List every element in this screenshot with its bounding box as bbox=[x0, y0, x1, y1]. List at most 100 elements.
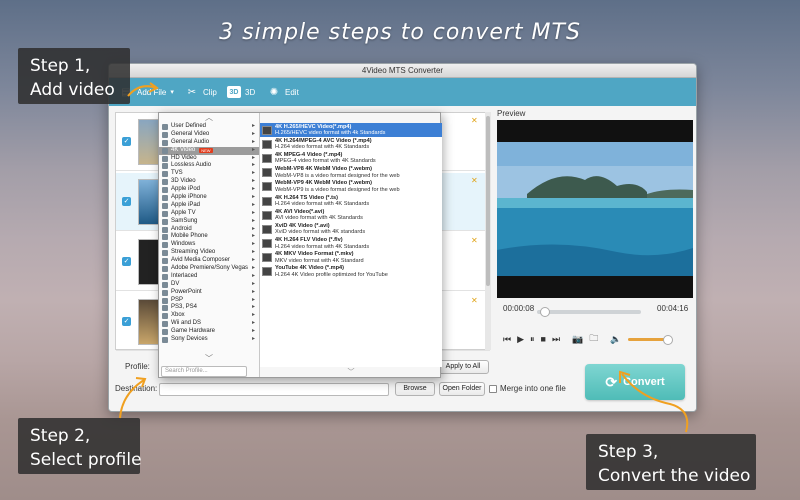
chevron-down-icon[interactable]: ▾ bbox=[170, 88, 174, 96]
category-item[interactable]: SamSung ▸ bbox=[159, 218, 259, 226]
category-item[interactable]: Streaming Video ▸ bbox=[159, 249, 259, 257]
checkbox-icon[interactable]: ✓ bbox=[122, 317, 131, 326]
format-item[interactable]: WebM-VP8 4K WebM Video (*.webm) WebM-VP8 … bbox=[260, 166, 442, 180]
format-item[interactable]: 4K AVI Video(*.avi) AVI video format with… bbox=[260, 208, 442, 222]
format-item[interactable]: 4K H.264/MPEG-4 AVC Video (*.mp4) H.264 v… bbox=[260, 137, 442, 151]
format-item[interactable]: 4K H.265/HEVC Video(*.mp4) H.265/HEVC vid… bbox=[260, 123, 442, 138]
format-description: MKV video format with 4K Standard bbox=[275, 257, 364, 264]
close-icon[interactable]: ✕ bbox=[471, 236, 478, 246]
category-item[interactable]: 3D Video ▸ bbox=[159, 178, 259, 186]
profile-dropdown[interactable]: ︿ User Defined ▸ General Video ▸ General Aud… bbox=[158, 112, 442, 378]
checkbox-icon[interactable]: ✓ bbox=[122, 197, 131, 206]
category-item[interactable]: HD Video ▸ bbox=[159, 155, 259, 163]
category-item[interactable]: 4K Video NEW ▸ bbox=[159, 147, 259, 155]
category-icon bbox=[162, 179, 168, 186]
chevron-right-icon: ▸ bbox=[251, 138, 255, 145]
chevron-right-icon: ▸ bbox=[251, 249, 255, 256]
checkbox-icon[interactable]: ✓ bbox=[122, 137, 131, 146]
category-item[interactable]: Windows ▸ bbox=[159, 241, 259, 249]
category-item[interactable]: Apple iPad ▸ bbox=[159, 202, 259, 210]
folder-icon[interactable]: 🗀 bbox=[589, 331, 598, 347]
category-item[interactable]: TVS ▸ bbox=[159, 170, 259, 178]
checkbox-icon[interactable]: ✓ bbox=[122, 257, 131, 266]
category-label: Streaming Video bbox=[171, 249, 216, 256]
category-item[interactable]: User Defined ▸ bbox=[159, 123, 259, 131]
skip-forward-icon[interactable]: ⏭ bbox=[552, 334, 560, 345]
category-item[interactable]: Apple iPod ▸ bbox=[159, 186, 259, 194]
volume-icon[interactable]: 🔈 bbox=[610, 334, 621, 345]
category-label: 3D Video bbox=[171, 178, 196, 185]
format-item[interactable]: 4K H.264 TS Video (*.ts) H.264 video form… bbox=[260, 194, 442, 208]
3d-button[interactable]: 3D 3D bbox=[227, 85, 255, 99]
chevron-right-icon: ▸ bbox=[251, 265, 255, 272]
close-icon[interactable]: ✕ bbox=[471, 296, 478, 306]
format-item[interactable]: 4K MPEG-4 Video (*.mp4) MPEG-4 video form… bbox=[260, 151, 442, 165]
skip-back-icon[interactable]: ⏮ bbox=[503, 334, 511, 345]
category-item[interactable]: Apple TV ▸ bbox=[159, 210, 259, 218]
slider-knob[interactable] bbox=[539, 307, 550, 317]
category-icon bbox=[162, 329, 168, 336]
search-profile-input[interactable]: Search Profile... bbox=[161, 366, 247, 377]
category-item[interactable]: Xbox ▸ bbox=[159, 312, 259, 320]
close-icon[interactable]: ✕ bbox=[471, 176, 478, 186]
category-item[interactable]: General Video ▸ bbox=[159, 131, 259, 139]
format-item[interactable]: 4K H.264 FLV Video (*.flv) H.264 video fo… bbox=[260, 237, 442, 251]
step2-arrow bbox=[119, 377, 147, 419]
close-icon[interactable]: ✕ bbox=[471, 116, 478, 126]
category-item[interactable]: Adobe Premiere/Sony Vegas ▸ bbox=[159, 265, 259, 273]
camera-icon[interactable]: 📷 bbox=[572, 334, 583, 345]
category-label: Mobile Phone bbox=[171, 233, 208, 240]
stop-icon[interactable]: ■ bbox=[541, 334, 546, 344]
category-label: SamSung bbox=[171, 217, 198, 224]
category-label: Lossless Audio bbox=[171, 162, 212, 169]
play-icon[interactable]: ▶ bbox=[517, 334, 524, 345]
format-item[interactable]: XviD 4K Video (*.avi) XviD video format w… bbox=[260, 222, 442, 236]
chevron-right-icon: ▸ bbox=[251, 186, 255, 193]
category-item[interactable]: PS3, PS4 ▸ bbox=[159, 304, 259, 312]
chevron-up-icon[interactable]: ︿ bbox=[159, 113, 259, 123]
category-item[interactable]: General Audio ▸ bbox=[159, 139, 259, 147]
category-icon bbox=[162, 273, 168, 280]
open-folder-button[interactable]: Open Folder bbox=[439, 382, 485, 396]
format-item[interactable]: 4K MKV Video Format (*.mkv) MKV video for… bbox=[260, 251, 442, 265]
chevron-down-icon[interactable]: ﹀ bbox=[260, 367, 442, 377]
scrollbar-thumb[interactable] bbox=[486, 116, 490, 286]
category-icon bbox=[162, 234, 168, 241]
edit-button[interactable]: ✺ Edit bbox=[267, 85, 299, 99]
chevron-right-icon: ▸ bbox=[251, 233, 255, 240]
category-item[interactable]: Avid Media Composer ▸ bbox=[159, 257, 259, 265]
pause-icon[interactable]: ⏸ bbox=[530, 334, 535, 345]
chevron-down-icon[interactable]: ﹀ bbox=[159, 353, 259, 363]
browse-button[interactable]: Browse bbox=[395, 382, 435, 396]
volume-slider[interactable] bbox=[627, 334, 673, 345]
category-item[interactable]: Mobile Phone ▸ bbox=[159, 233, 259, 241]
category-item[interactable]: PowerPoint ▸ bbox=[159, 289, 259, 297]
category-item[interactable]: PSP ▸ bbox=[159, 297, 259, 305]
category-item[interactable]: DV ▸ bbox=[159, 281, 259, 289]
chevron-right-icon: ▸ bbox=[251, 272, 255, 279]
category-item[interactable]: Interlaced ▸ bbox=[159, 273, 259, 281]
category-item[interactable]: Apple iPhone ▸ bbox=[159, 194, 259, 202]
category-item[interactable]: Android ▸ bbox=[159, 226, 259, 234]
destination-field[interactable] bbox=[159, 383, 389, 396]
category-item[interactable]: Wii and DS ▸ bbox=[159, 320, 259, 328]
merge-checkbox[interactable] bbox=[489, 385, 497, 393]
file-list-scrollbar[interactable] bbox=[485, 112, 491, 350]
clip-button[interactable]: ✂ Clip bbox=[185, 85, 217, 99]
format-icon bbox=[262, 267, 272, 277]
clip-label: Clip bbox=[203, 87, 217, 97]
category-item[interactable]: Game Hardware ▸ bbox=[159, 328, 259, 336]
category-label: Android bbox=[171, 225, 192, 232]
new-badge: NEW bbox=[199, 148, 213, 154]
step1-arrow bbox=[127, 82, 159, 97]
category-item[interactable]: Sony Devices ▸ bbox=[159, 336, 259, 344]
category-item[interactable]: Lossless Audio ▸ bbox=[159, 162, 259, 170]
preview-video[interactable] bbox=[497, 120, 693, 298]
step3-line1: Step 3, bbox=[598, 442, 659, 462]
format-item[interactable]: WebM-VP9 4K WebM Video (*.webm) WebM-VP9 … bbox=[260, 180, 442, 194]
category-label: DV bbox=[171, 280, 180, 287]
format-icon bbox=[262, 210, 272, 220]
playback-slider[interactable] bbox=[537, 307, 641, 317]
format-item[interactable]: YouTube 4K Video (*.mp4) H.264 4K Video p… bbox=[260, 265, 442, 279]
apply-to-all-button[interactable]: Apply to All bbox=[437, 360, 489, 374]
